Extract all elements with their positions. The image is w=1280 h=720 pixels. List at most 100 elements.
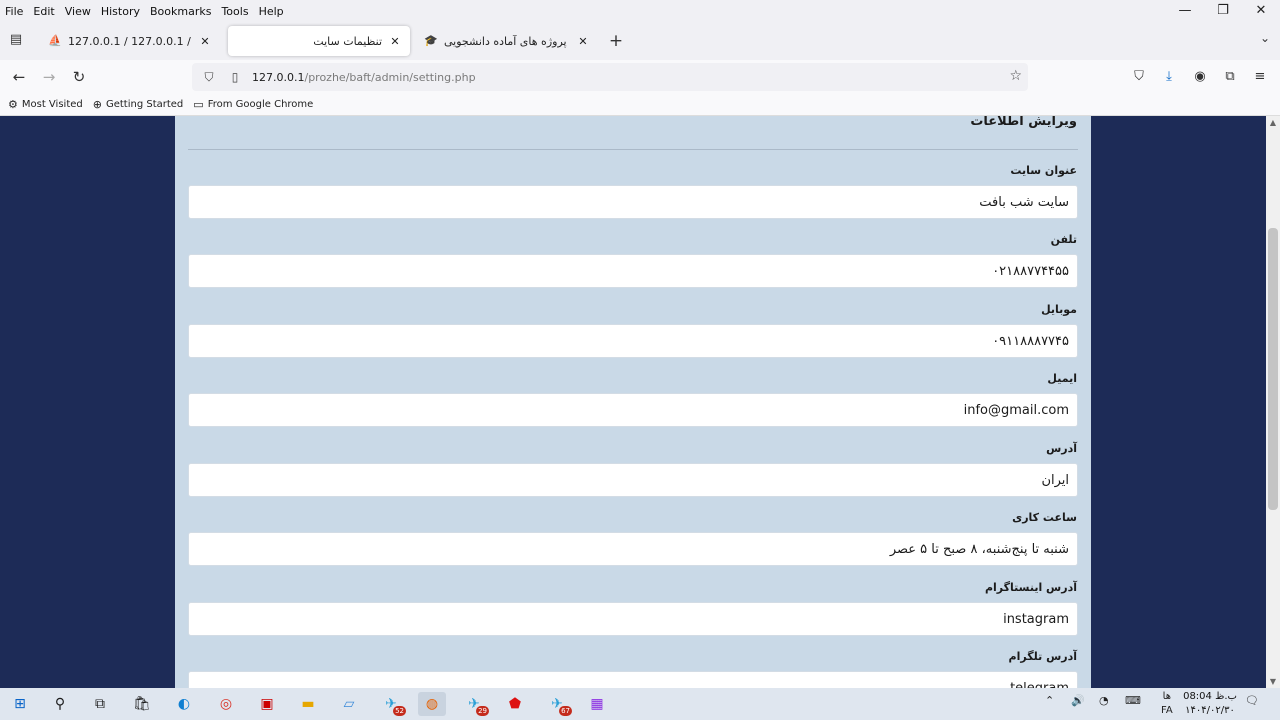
label-email: ایمیل xyxy=(1047,372,1077,385)
app-red-icon[interactable]: ▣ xyxy=(253,692,281,716)
task-view-icon[interactable]: ⧉ xyxy=(86,692,114,716)
label-site-title: عنوان سایت xyxy=(1010,164,1077,177)
menu-edit[interactable]: Edit xyxy=(28,5,59,18)
bookmark-label: From Google Chrome xyxy=(207,99,314,110)
minimize-button[interactable]: — xyxy=(1166,0,1204,22)
notepad-icon[interactable]: ▱ xyxy=(335,692,363,716)
menu-hamburger-icon[interactable]: ≡ xyxy=(1249,66,1271,88)
bookmarks-bar: ⚙ Most Visited ⊕ Getting Started ▭ From … xyxy=(0,94,1280,116)
search-icon[interactable]: ⚲ xyxy=(46,692,74,716)
language-indicator[interactable]: ها FA xyxy=(1161,690,1173,718)
telegram-badge: 52 xyxy=(393,706,406,716)
telegram-badge: 29 xyxy=(476,706,489,716)
keyboard-icon[interactable]: ⌨ xyxy=(1125,694,1141,707)
tab-strip: ▤ ⛵ 127.0.0.1 / 127.0.0.1 / baft / use ✕… xyxy=(0,22,1280,60)
menu-bookmarks[interactable]: Bookmarks xyxy=(145,5,216,18)
divider xyxy=(188,149,1078,150)
new-tab-button[interactable]: + xyxy=(606,31,626,51)
phpstorm-icon[interactable]: ▦ xyxy=(583,692,611,716)
label-instagram: آدرس اینستاگرام xyxy=(984,581,1077,594)
scrollbar-thumb[interactable] xyxy=(1268,228,1278,510)
nav-bar: ← → ↻ ⛉ ▯ 127.0.0.1/prozhe/baft/admin/se… xyxy=(0,60,1280,94)
firefox-icon[interactable]: ◍ xyxy=(418,692,446,716)
menu-bar: File Edit View History Bookmarks Tools H… xyxy=(0,0,1280,22)
label-working-hours: ساعت کاری xyxy=(1012,511,1077,524)
email-input[interactable] xyxy=(188,393,1078,427)
acrobat-icon[interactable]: ⬟ xyxy=(501,692,529,716)
menu-tools[interactable]: Tools xyxy=(216,5,253,18)
menu-file[interactable]: File xyxy=(0,5,28,18)
label-telegram: آدرس تلگرام xyxy=(1008,650,1077,663)
scroll-up-icon[interactable]: ▲ xyxy=(1266,118,1280,127)
bookmark-most-visited[interactable]: ⚙ Most Visited xyxy=(8,98,83,111)
shield-icon[interactable]: ⛉ xyxy=(200,70,218,85)
working-hours-input[interactable] xyxy=(188,532,1078,566)
folder-icon: ▭ xyxy=(193,98,204,111)
reload-button[interactable]: ↻ xyxy=(68,66,90,88)
menu-help[interactable]: Help xyxy=(254,5,289,18)
wifi-icon[interactable]: ◔ xyxy=(1099,694,1109,707)
close-tab-icon[interactable]: ✕ xyxy=(576,35,590,48)
telegram-icon[interactable]: ✈ 29 xyxy=(460,692,489,716)
tab-title: پروژه های آماده دانشجویی xyxy=(444,34,567,48)
mobile-input[interactable] xyxy=(188,324,1078,358)
tab-phpmyadmin[interactable]: ⛵ 127.0.0.1 / 127.0.0.1 / baft / use ✕ xyxy=(40,26,220,56)
url-text[interactable]: 127.0.0.1/prozhe/baft/admin/setting.php xyxy=(252,71,476,84)
downloads-icon[interactable]: ⤓ xyxy=(1158,66,1180,88)
chevron-down-icon[interactable]: ⌄ xyxy=(1260,31,1270,45)
settings-card: ویرایش اطلاعات عنوان سایت تلفن موبایل ای… xyxy=(175,116,1091,688)
edge-icon[interactable]: ◐ xyxy=(170,692,198,716)
page-scrollbar[interactable]: ▲ ▼ xyxy=(1266,116,1280,688)
speaker-icon[interactable]: 🔊 xyxy=(1071,694,1085,707)
telegram-input[interactable] xyxy=(188,671,1078,688)
pocket-icon[interactable]: ⛉ xyxy=(1128,66,1150,88)
close-tab-icon[interactable]: ✕ xyxy=(388,35,402,48)
label-phone: تلفن xyxy=(1050,233,1077,246)
page-viewport: ویرایش اطلاعات عنوان سایت تلفن موبایل ای… xyxy=(0,116,1266,688)
site-title-input[interactable] xyxy=(188,185,1078,219)
chevron-up-icon[interactable]: ⌃ xyxy=(1045,694,1054,707)
bookmark-getting-started[interactable]: ⊕ Getting Started xyxy=(93,98,184,111)
bookmark-star-icon[interactable]: ☆ xyxy=(1009,68,1022,84)
telegram-badge: 67 xyxy=(559,706,572,716)
graduation-cap-icon: 🎓 xyxy=(424,34,438,47)
tab-student-projects[interactable]: 🎓 پروژه های آماده دانشجویی ✕ xyxy=(416,26,598,56)
account-icon[interactable]: ◉ xyxy=(1189,66,1211,88)
telegram-icon[interactable]: ✈ 52 xyxy=(377,692,406,716)
maximize-button[interactable]: ❐ xyxy=(1204,0,1242,22)
clock-date: ۱۴۰۴/۰۲/۳۰ xyxy=(1185,705,1235,716)
file-explorer-icon[interactable]: ▬ xyxy=(294,692,322,716)
gear-icon: ⚙ xyxy=(8,98,18,111)
page-icon[interactable]: ▯ xyxy=(226,70,244,84)
phpmyadmin-icon: ⛵ xyxy=(48,34,62,47)
menu-history[interactable]: History xyxy=(96,5,145,18)
close-tab-icon[interactable]: ✕ xyxy=(198,35,212,48)
forward-button[interactable]: → xyxy=(38,66,60,88)
tab-site-settings[interactable]: تنظیمات سایت ✕ xyxy=(228,26,410,56)
notification-icon[interactable]: 🗨 xyxy=(1245,694,1259,707)
url-bar[interactable]: ⛉ ▯ 127.0.0.1/prozhe/baft/admin/setting.… xyxy=(192,63,1028,91)
clock-time: 08:04 ب.ظ xyxy=(1183,691,1237,702)
address-input[interactable] xyxy=(188,463,1078,497)
window-controls: — ❐ ✕ xyxy=(1166,0,1280,22)
instagram-input[interactable] xyxy=(188,602,1078,636)
windows-start-icon[interactable]: ⊞ xyxy=(6,692,34,716)
card-title: ویرایش اطلاعات xyxy=(970,116,1077,129)
label-address: آدرس xyxy=(1046,442,1077,455)
extensions-icon[interactable]: ⧉ xyxy=(1219,66,1241,88)
store-icon[interactable]: 🛍 xyxy=(128,692,156,716)
chrome-icon[interactable]: ◎ xyxy=(212,692,240,716)
close-window-button[interactable]: ✕ xyxy=(1242,0,1280,22)
phone-input[interactable] xyxy=(188,254,1078,288)
globe-icon: ⊕ xyxy=(92,98,102,111)
back-button[interactable]: ← xyxy=(8,66,30,88)
bookmark-from-google-chrome[interactable]: ▭ From Google Chrome xyxy=(193,98,313,111)
label-mobile: موبایل xyxy=(1041,303,1077,316)
telegram-icon[interactable]: ✈ 67 xyxy=(543,692,572,716)
scroll-down-icon[interactable]: ▼ xyxy=(1266,677,1280,686)
clock[interactable]: 08:04 ب.ظ ۱۴۰۴/۰۲/۳۰ xyxy=(1180,690,1240,718)
menu-view[interactable]: View xyxy=(60,5,96,18)
tab-title: 127.0.0.1 / 127.0.0.1 / baft / use xyxy=(68,34,192,48)
list-all-tabs-icon[interactable]: ▤ xyxy=(6,30,26,50)
bookmark-label: Getting Started xyxy=(105,99,184,110)
